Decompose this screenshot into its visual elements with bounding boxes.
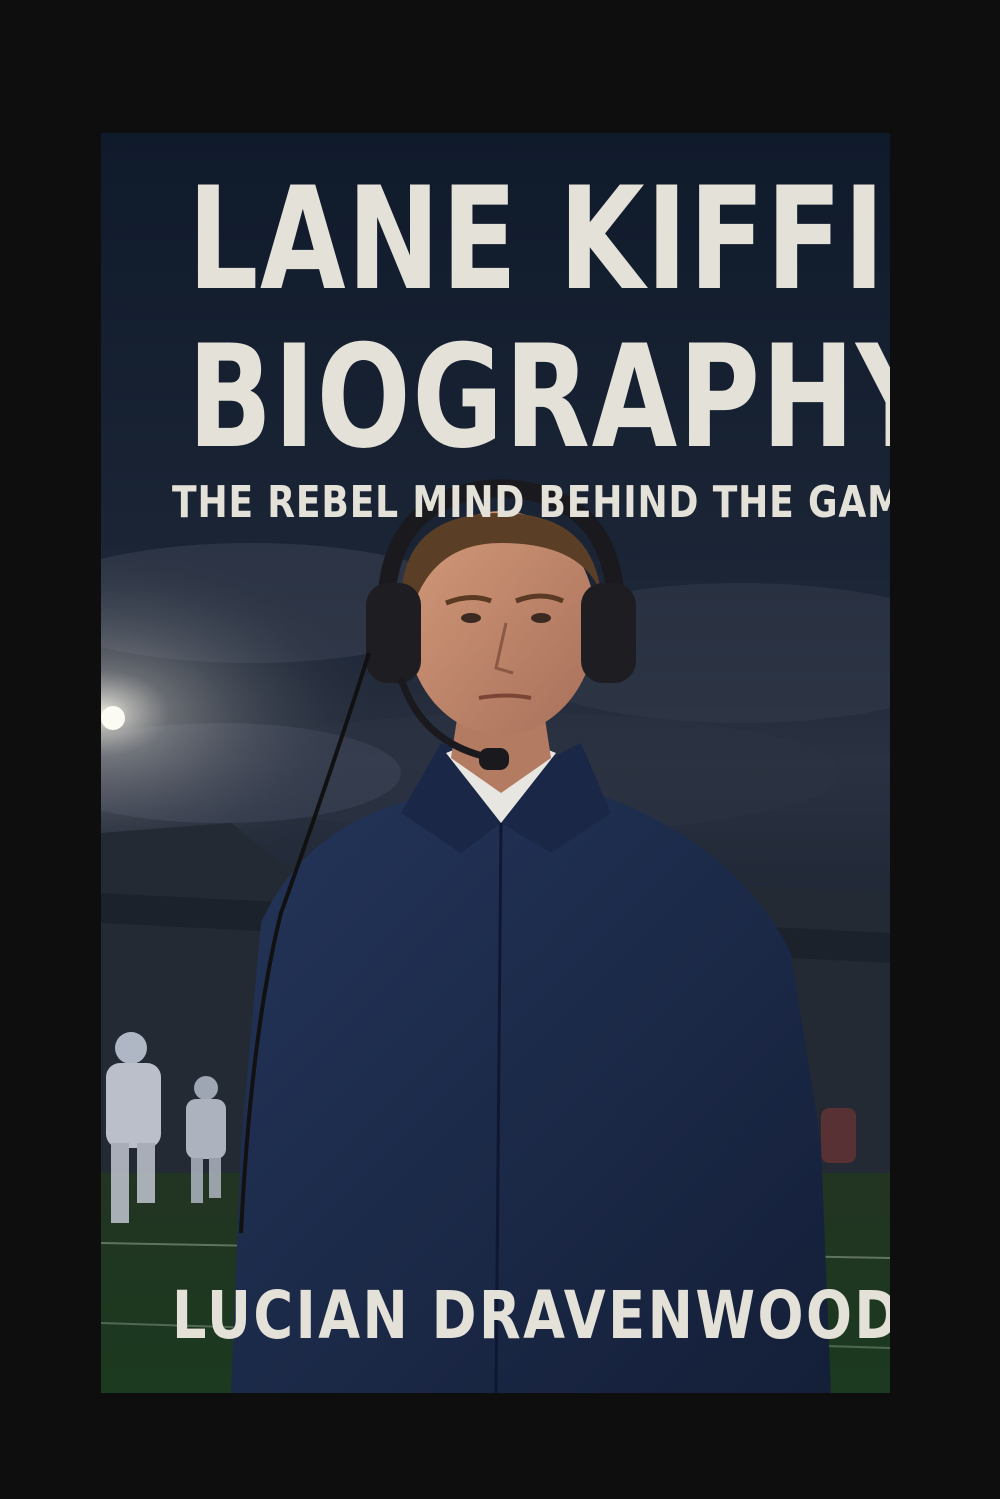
stadium-light xyxy=(101,706,125,730)
book-title-line-2: BIOGRAPHY xyxy=(187,315,890,480)
book-cover: LANE KIFFIN BIOGRAPHY THE REBEL MIND BEH… xyxy=(101,133,890,1393)
book-title-line-1: LANE KIFFIN xyxy=(187,157,890,322)
book-author: LUCIAN DRAVENWOOD xyxy=(172,1277,890,1354)
page-background: LANE KIFFIN BIOGRAPHY THE REBEL MIND BEH… xyxy=(0,0,1000,1499)
book-subtitle: THE REBEL MIND BEHIND THE GAME xyxy=(172,477,890,528)
